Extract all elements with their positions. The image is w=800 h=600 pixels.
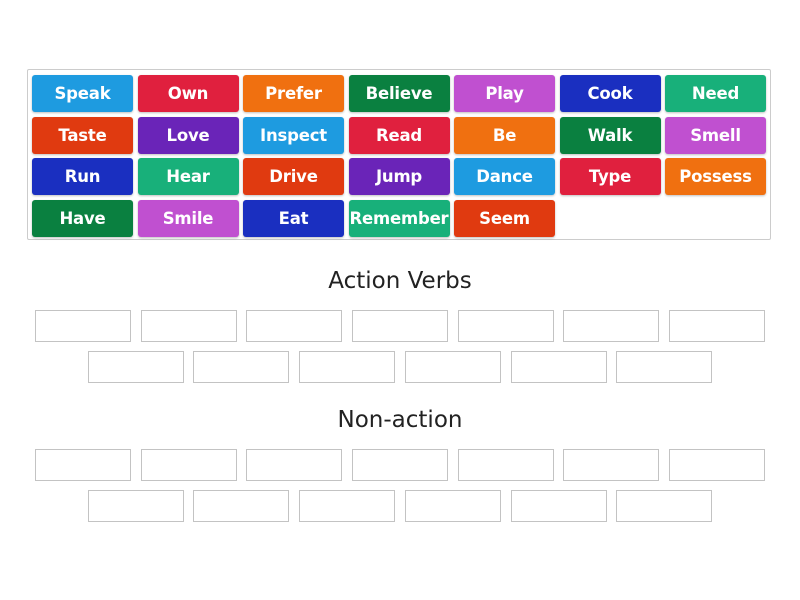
drop-slot[interactable]: [405, 351, 501, 383]
word-bank: Speak Own Prefer Believe Play Cook Need Taste Lo…: [27, 69, 771, 240]
word-tile[interactable]: Type: [559, 158, 661, 195]
word-tile[interactable]: Love: [137, 116, 239, 154]
word-tile[interactable]: Remember: [348, 199, 450, 237]
drop-slot[interactable]: [299, 490, 395, 522]
drop-slot[interactable]: [352, 310, 448, 342]
word-tile[interactable]: Hear: [137, 158, 239, 195]
drop-slot[interactable]: [563, 449, 659, 481]
drop-slot[interactable]: [669, 310, 765, 342]
word-tile[interactable]: Seem: [454, 199, 555, 237]
drop-slot[interactable]: [88, 490, 184, 522]
word-tile[interactable]: Taste: [32, 116, 133, 154]
word-tile[interactable]: Have: [32, 199, 133, 237]
drop-slot[interactable]: [405, 490, 501, 522]
drop-slot[interactable]: [458, 449, 554, 481]
drop-slot[interactable]: [193, 351, 289, 383]
word-tile[interactable]: Inspect: [243, 116, 344, 154]
drop-slot[interactable]: [511, 351, 607, 383]
drop-slot[interactable]: [193, 490, 289, 522]
word-tile[interactable]: Cook: [559, 75, 661, 112]
drop-slot[interactable]: [246, 449, 342, 481]
drop-slot[interactable]: [616, 351, 712, 383]
word-tile[interactable]: Read: [348, 116, 450, 154]
word-tile[interactable]: Smile: [137, 199, 239, 237]
drop-slot[interactable]: [511, 490, 607, 522]
group-title-non-action: Non-action: [337, 407, 463, 433]
word-tile[interactable]: Smell: [665, 116, 766, 154]
word-tile[interactable]: Believe: [348, 75, 450, 112]
drop-slot[interactable]: [35, 310, 131, 342]
word-tile[interactable]: Need: [665, 75, 766, 112]
drop-slot[interactable]: [563, 310, 659, 342]
drop-slot[interactable]: [35, 449, 131, 481]
word-tile[interactable]: Play: [454, 75, 555, 112]
word-tile[interactable]: Run: [32, 158, 133, 195]
word-tile[interactable]: Jump: [348, 158, 450, 195]
drop-slot[interactable]: [352, 449, 448, 481]
word-tile[interactable]: Drive: [243, 158, 344, 195]
drop-slot[interactable]: [141, 449, 237, 481]
drop-slot[interactable]: [141, 310, 237, 342]
drop-slot[interactable]: [299, 351, 395, 383]
drop-slot[interactable]: [616, 490, 712, 522]
word-tile[interactable]: Dance: [454, 158, 555, 195]
group-title-action-verbs: Action Verbs: [328, 268, 472, 294]
word-tile[interactable]: Walk: [559, 116, 661, 154]
word-tile[interactable]: Possess: [665, 158, 766, 195]
word-tile[interactable]: Own: [137, 75, 239, 112]
word-tile[interactable]: Eat: [243, 199, 344, 237]
word-tile[interactable]: Prefer: [243, 75, 344, 112]
drop-slot[interactable]: [88, 351, 184, 383]
drop-slot[interactable]: [669, 449, 765, 481]
word-tile[interactable]: Be: [454, 116, 555, 154]
word-tile[interactable]: Speak: [32, 75, 133, 112]
drop-slot[interactable]: [246, 310, 342, 342]
drop-slot[interactable]: [458, 310, 554, 342]
